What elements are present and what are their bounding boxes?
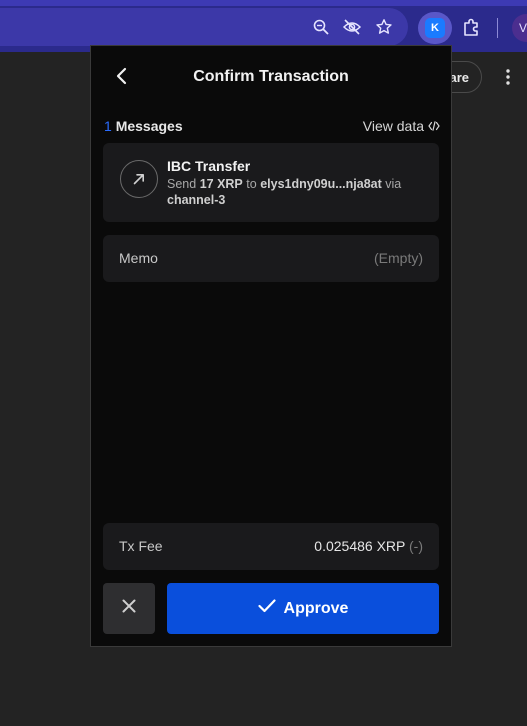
tab-strip <box>0 0 527 6</box>
tx-fee-usd: (-) <box>409 538 423 554</box>
recipient-address: elys1dny09u...nja8at <box>260 177 382 191</box>
tx-fee-value: 0.025486 XRP (-) <box>314 538 423 554</box>
extension-k-icon: K <box>425 18 445 38</box>
zoom-icon[interactable] <box>310 16 332 38</box>
star-icon[interactable] <box>373 16 395 38</box>
confirm-transaction-popup: Confirm Transaction 1 Messages View data… <box>90 45 452 647</box>
ibc-channel: channel-3 <box>167 193 226 207</box>
tx-fee-label: Tx Fee <box>119 538 163 554</box>
view-data-label: View data <box>362 118 424 134</box>
profile-avatar[interactable]: V <box>512 14 527 42</box>
tx-fee-row[interactable]: Tx Fee 0.025486 XRP (-) <box>103 523 439 570</box>
code-icon <box>428 118 440 134</box>
toolbar-divider <box>497 18 498 38</box>
close-icon <box>121 598 137 619</box>
extension-k-button[interactable]: K <box>418 12 452 44</box>
view-data-link[interactable]: View data <box>363 118 440 134</box>
transfer-amount: 17 XRP <box>199 177 243 191</box>
eye-off-icon[interactable] <box>341 16 363 38</box>
check-icon <box>257 599 276 618</box>
popup-header: Confirm Transaction <box>91 46 451 108</box>
approve-button[interactable]: Approve <box>167 583 439 634</box>
memo-row[interactable]: Memo (Empty) <box>103 235 439 282</box>
approve-label: Approve <box>283 599 349 617</box>
page-title: Confirm Transaction <box>193 68 349 85</box>
arrow-up-right-icon <box>120 160 158 198</box>
transaction-message-card: IBC Transfer Send 17 XRP to elys1dny09u.… <box>103 143 439 222</box>
messages-header: 1 Messages View data <box>104 118 440 136</box>
reject-button[interactable] <box>103 583 155 634</box>
more-vert-icon[interactable] <box>500 64 516 90</box>
puzzle-icon[interactable] <box>460 16 482 38</box>
messages-label: Messages <box>115 118 183 134</box>
memo-label: Memo <box>119 250 158 266</box>
transaction-description: Send 17 XRP to elys1dny09u...nja8at via … <box>167 177 402 207</box>
messages-count: 1 <box>104 118 112 134</box>
transaction-title: IBC Transfer <box>167 158 251 174</box>
memo-value: (Empty) <box>374 250 423 266</box>
